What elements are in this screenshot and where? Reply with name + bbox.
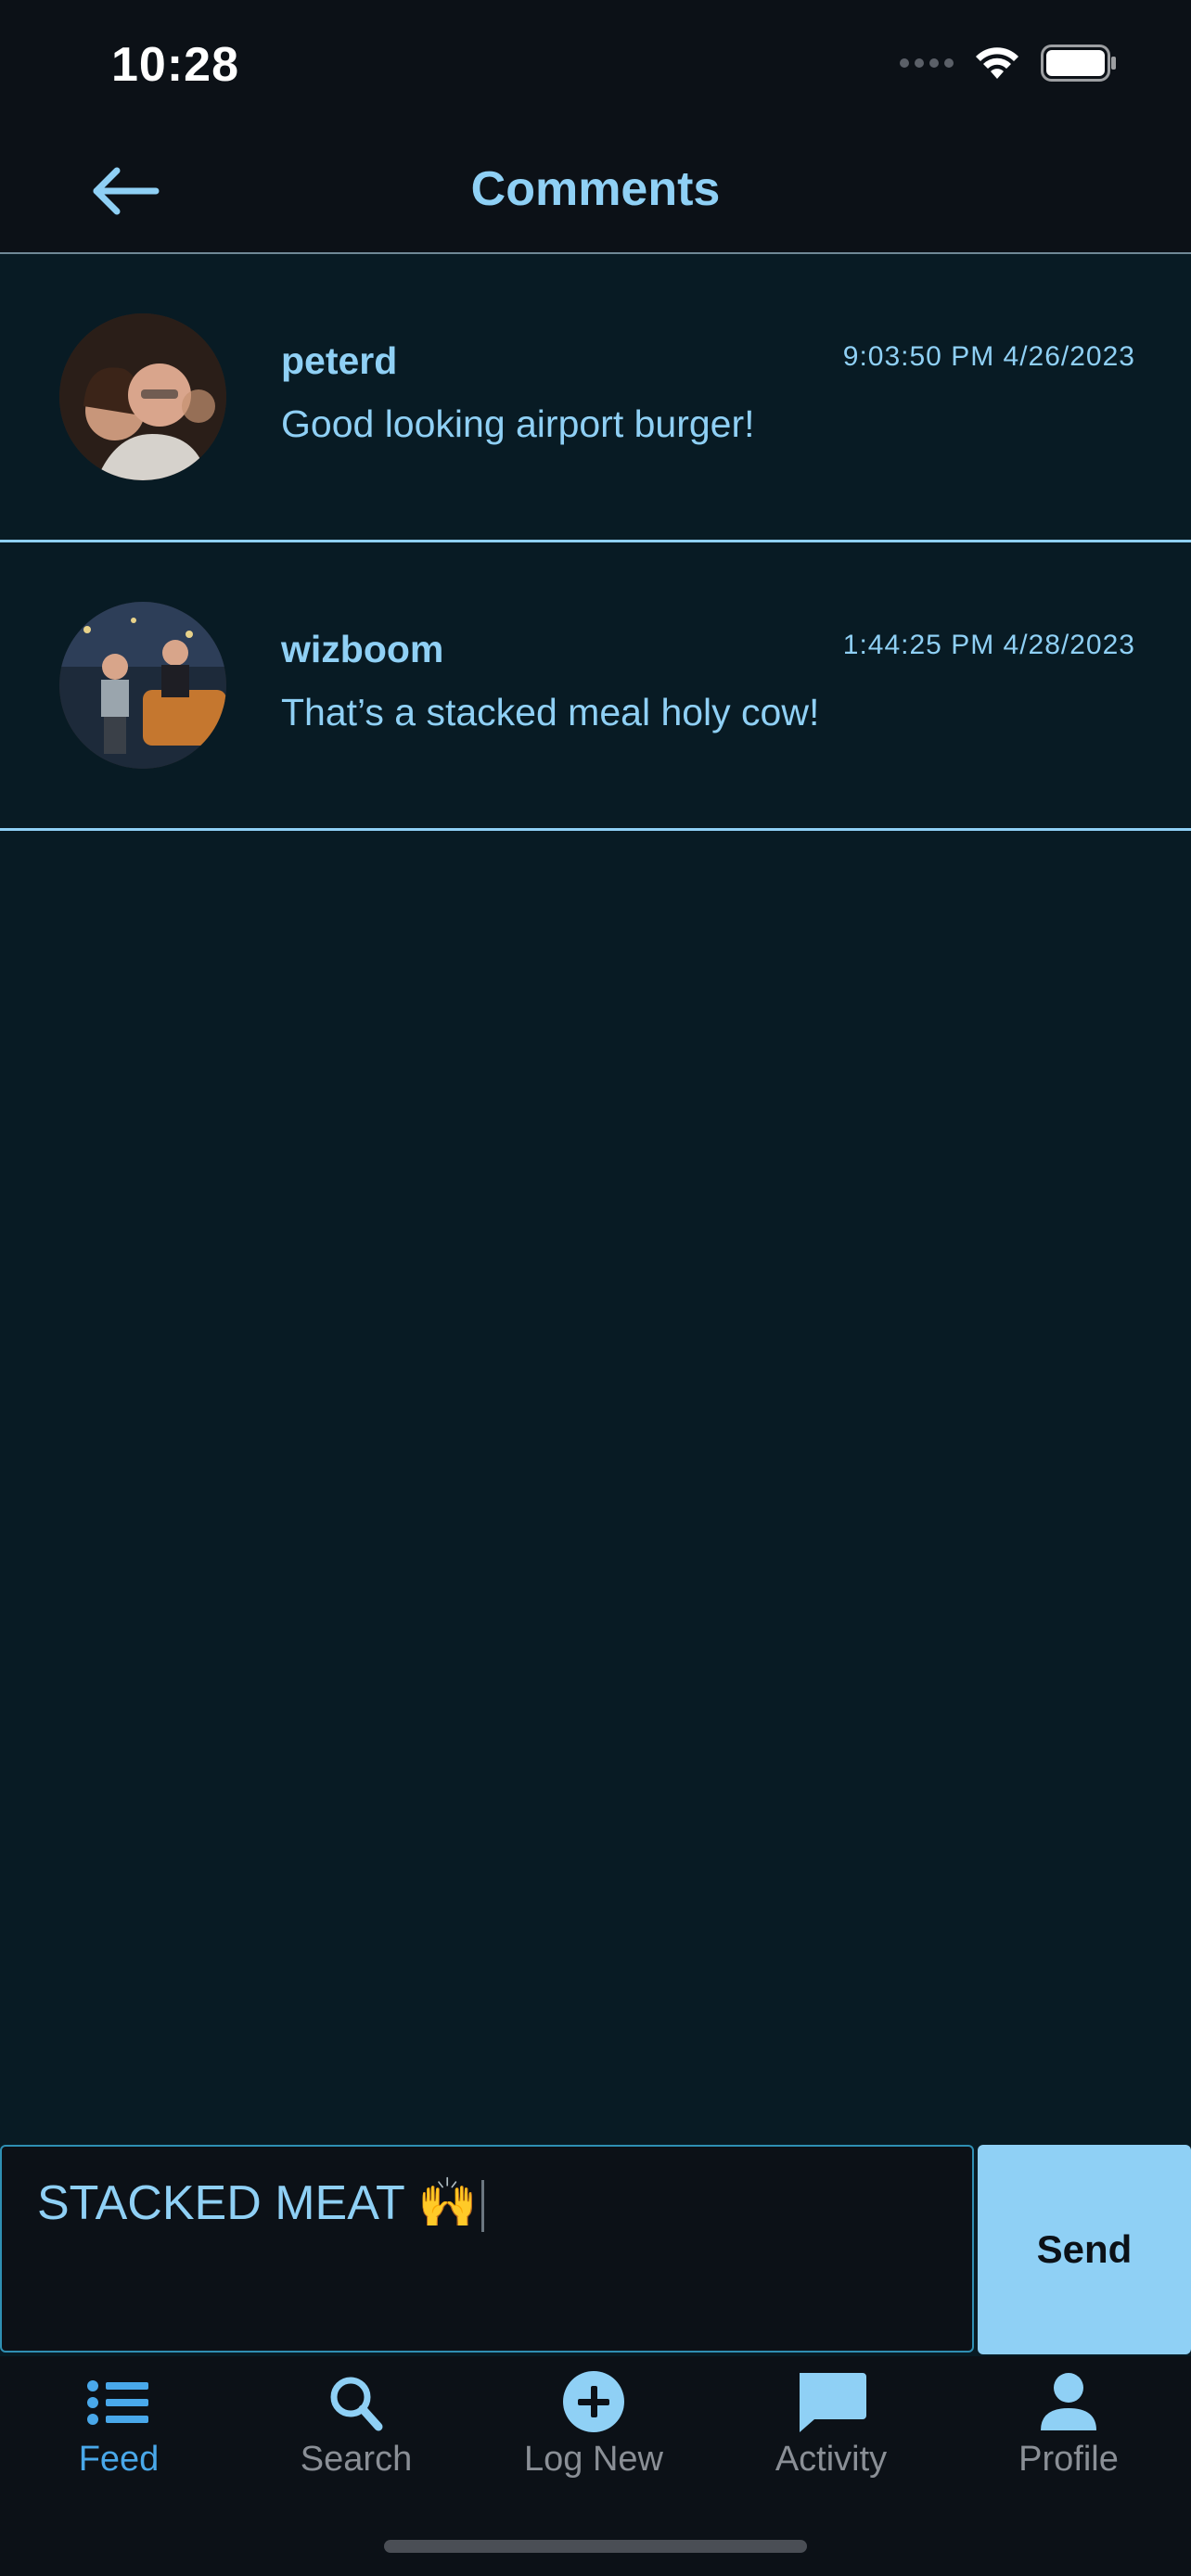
comment-list: peterd 9:03:50 PM 4/26/2023 Good looking…: [0, 254, 1191, 831]
tab-activity[interactable]: Activity: [712, 2369, 950, 2508]
tab-label: Activity: [775, 2440, 888, 2479]
comment-timestamp: 9:03:50 PM 4/26/2023: [842, 341, 1135, 372]
comment-input-text: STACKED MEAT 🙌: [37, 2174, 485, 2233]
cellular-signal-icon: [900, 58, 954, 68]
comment-username[interactable]: wizboom: [281, 628, 443, 671]
comment-timestamp: 1:44:25 PM 4/28/2023: [842, 630, 1135, 660]
tab-label: Profile: [1018, 2440, 1119, 2479]
avatar[interactable]: [59, 602, 226, 769]
comment-item: wizboom 1:44:25 PM 4/28/2023 That’s a st…: [0, 542, 1191, 831]
tab-feed[interactable]: Feed: [0, 2369, 237, 2508]
comment-username[interactable]: peterd: [281, 339, 397, 383]
comment-item: peterd 9:03:50 PM 4/26/2023 Good looking…: [0, 254, 1191, 542]
page-title: Comments: [470, 162, 721, 216]
send-button[interactable]: Send: [978, 2145, 1191, 2354]
navigation-bar: Comments: [0, 139, 1191, 254]
status-time: 10:28: [111, 38, 239, 92]
tab-bar: Feed Search Log New Activity Profile: [0, 2356, 1191, 2576]
list-icon: [87, 2380, 148, 2425]
tab-profile[interactable]: Profile: [950, 2369, 1187, 2508]
text-caret: [481, 2180, 485, 2233]
tab-search[interactable]: Search: [237, 2369, 475, 2508]
tab-log-new[interactable]: Log New: [475, 2369, 712, 2508]
comment-input[interactable]: STACKED MEAT 🙌: [0, 2145, 974, 2353]
person-icon: [1041, 2373, 1096, 2430]
comment-composer: STACKED MEAT 🙌 Send: [0, 2145, 1191, 2356]
tab-label: Search: [300, 2440, 413, 2479]
status-bar: 10:28: [0, 0, 1191, 139]
chat-bubble-icon: [800, 2373, 866, 2432]
comment-text: Good looking airport burger!: [281, 402, 755, 445]
add-circle-icon: [563, 2371, 624, 2432]
avatar[interactable]: [59, 313, 226, 480]
tab-label: Log New: [524, 2440, 663, 2479]
search-icon: [330, 2377, 383, 2431]
home-indicator[interactable]: [384, 2540, 807, 2553]
wifi-icon: [976, 47, 1018, 79]
comment-text: That’s a stacked meal holy cow!: [281, 691, 820, 733]
tab-label: Feed: [78, 2440, 160, 2479]
status-icons: [900, 45, 1117, 82]
battery-icon: [1041, 45, 1116, 82]
